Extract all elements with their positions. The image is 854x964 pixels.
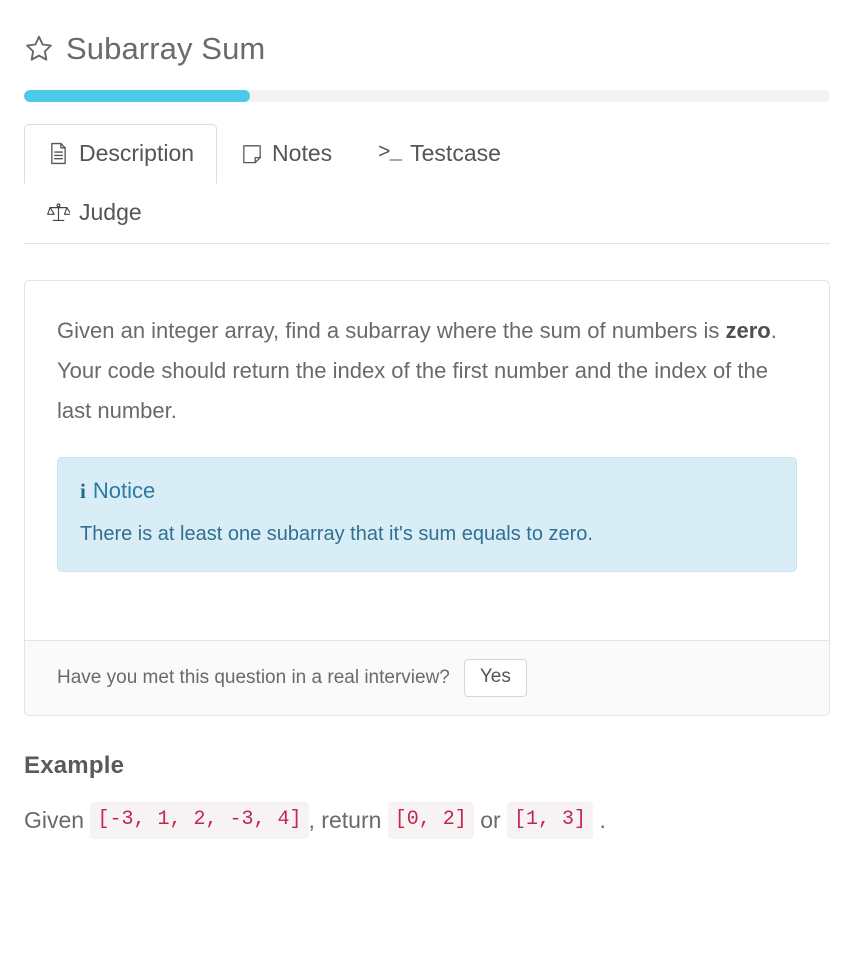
notice-title-row: i Notice [80,478,774,504]
tab-notes-label: Notes [272,140,333,166]
terminal-prompt-icon: >_ [378,142,402,166]
example-given-label: Given [24,807,91,834]
tab-testcase[interactable]: >_ Testcase [355,124,524,184]
example-output-code-1: [0, 2] [387,801,474,839]
example-return-label: , return [308,807,388,834]
problem-statement-emphasis: zero [725,317,771,343]
example-line: Given [-3, 1, 2, -3, 4], return [0, 2] o… [24,801,830,839]
balance-scale-icon [47,200,70,225]
tab-testcase-label: Testcase [410,140,501,166]
interview-yes-button[interactable]: Yes [463,658,527,697]
example-output-code-2: [1, 3] [507,801,594,839]
problem-page: Subarray Sum Description Notes >_ Testca… [0,0,854,964]
page-title: Subarray Sum [66,30,266,66]
progress-bar-fill [24,90,250,102]
example-heading: Example [24,751,125,779]
info-icon: i [80,478,86,503]
interview-question-label: Have you met this question in a real int… [57,666,450,688]
tab-description-label: Description [79,140,195,166]
sticky-note-icon [240,141,263,166]
tab-description[interactable]: Description [24,124,218,185]
star-outline-icon[interactable] [24,33,54,63]
problem-statement: Given an integer array, find a subarray … [57,311,797,431]
tab-list: Description Notes >_ Testcase Judge [24,124,644,243]
example-input-code: [-3, 1, 2, -3, 4] [90,801,309,839]
notice-title: Notice [92,477,156,503]
card-spacer [57,572,797,606]
example-or-label: or [473,807,508,834]
page-header: Subarray Sum [24,0,830,74]
description-card-body: Given an integer array, find a subarray … [25,281,829,640]
tab-judge-label: Judge [79,199,142,226]
interview-question-footer: Have you met this question in a real int… [25,639,829,715]
tab-notes[interactable]: Notes [217,124,355,184]
tab-bar: Description Notes >_ Testcase Judge [24,124,830,244]
description-card: Given an integer array, find a subarray … [24,279,830,716]
progress-bar [24,90,830,102]
problem-statement-pre: Given an integer array, find a subarray … [57,317,726,343]
tab-judge[interactable]: Judge [24,183,165,243]
notice-body: There is at least one subarray that it's… [80,522,593,545]
example-period-label: . [593,807,606,834]
tab-list-row-2: Judge [24,183,644,242]
notice-callout: i Notice There is at least one subarray … [57,456,797,572]
document-icon [47,141,70,166]
